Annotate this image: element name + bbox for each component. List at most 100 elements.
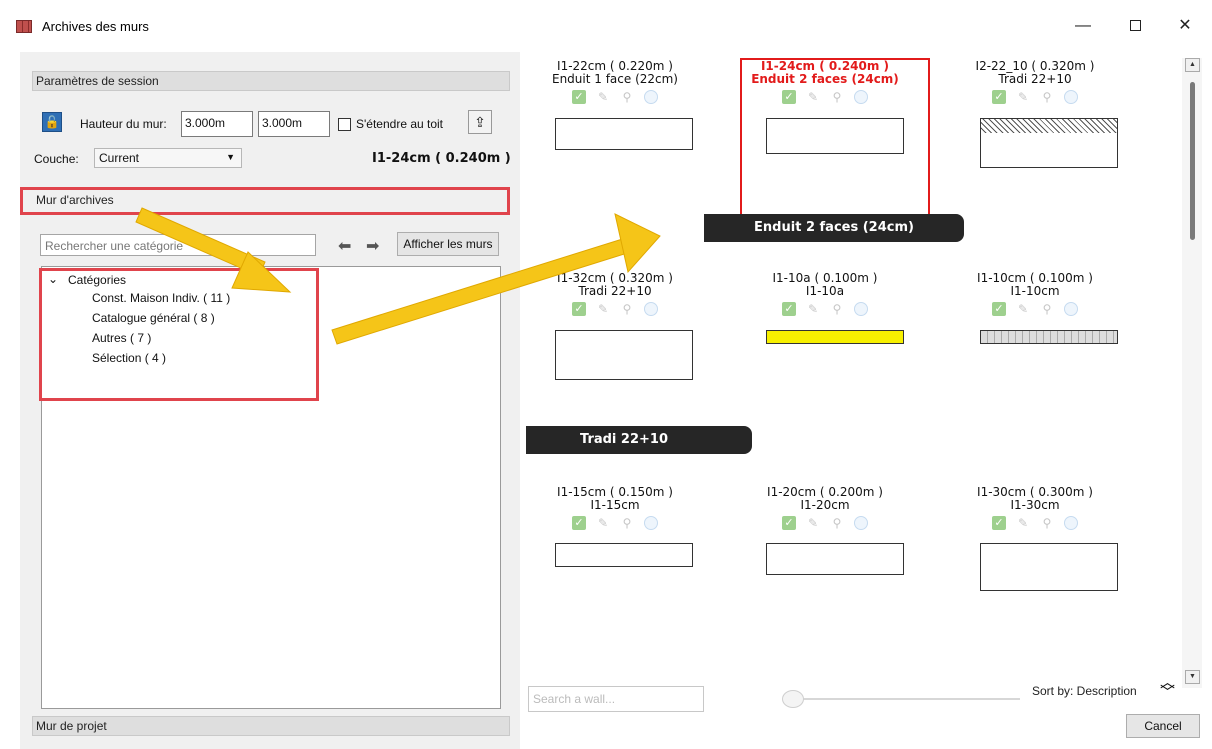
globe-icon[interactable]: [644, 301, 658, 316]
project-wall-header[interactable]: Mur de projet: [32, 716, 510, 736]
sort-toggle[interactable]: ︿ ﹀: [1160, 675, 1176, 701]
wall-preview[interactable]: [766, 330, 904, 344]
maximize-icon: [1129, 20, 1141, 32]
wall-card-desc: I1-30cm: [1010, 498, 1060, 512]
banner-group: Tradi 22+10: [526, 426, 752, 454]
tree-highlight: [39, 268, 319, 401]
title-bar: Archives des murs — ✕: [0, 0, 1212, 52]
size-slider-knob[interactable]: [782, 690, 804, 708]
layer-select[interactable]: Current ▼: [94, 148, 242, 168]
globe-icon[interactable]: [644, 515, 658, 530]
wall-preview[interactable]: [980, 330, 1118, 344]
scrollbar-thumb[interactable]: [1190, 82, 1195, 240]
back-arrow-icon[interactable]: ⬅: [338, 236, 351, 256]
globe-icon[interactable]: [1064, 301, 1078, 316]
brick-wall-icon: [16, 20, 32, 33]
check-icon[interactable]: ✓: [992, 301, 1006, 316]
selected-card-highlight: [740, 58, 930, 222]
wall-card-desc: I1-10a: [805, 284, 845, 298]
maximize-button[interactable]: [1120, 12, 1150, 40]
wall-card[interactable]: I1-22cm ( 0.220m ) Enduit 1 face (22cm) …: [520, 60, 710, 109]
height-input-2[interactable]: 3.000m: [258, 111, 330, 137]
wall-card[interactable]: I1-20cm ( 0.200m ) I1-20cm ✓ ✎ ⚲: [730, 486, 920, 535]
wall-card-desc: Enduit 1 face (22cm): [551, 72, 678, 86]
chevron-down-icon: ▼: [226, 152, 235, 162]
pencil-icon[interactable]: ✎: [806, 516, 820, 530]
check-icon[interactable]: ✓: [782, 515, 796, 530]
archive-header-highlight: [20, 187, 510, 215]
extend-roof-checkbox[interactable]: [338, 118, 351, 131]
sort-label[interactable]: Sort by: Description: [1032, 684, 1137, 698]
magnifier-icon[interactable]: ⚲: [1040, 516, 1054, 530]
globe-icon[interactable]: [1064, 89, 1078, 104]
wall-card[interactable]: I1-10a ( 0.100m ) I1-10a ✓ ✎ ⚲: [730, 272, 920, 321]
wall-preview[interactable]: [980, 118, 1118, 168]
check-icon[interactable]: ✓: [992, 89, 1006, 104]
chevron-down-icon: ﹀: [1160, 684, 1176, 701]
wall-preview[interactable]: [555, 330, 693, 380]
wall-card-desc: I1-10cm: [1010, 284, 1060, 298]
magnifier-icon[interactable]: ⚲: [620, 516, 634, 530]
globe-icon[interactable]: [854, 301, 868, 316]
magnifier-icon[interactable]: ⚲: [1040, 302, 1054, 316]
check-icon[interactable]: ✓: [572, 301, 586, 316]
scroll-up-button[interactable]: ▲: [1185, 58, 1200, 72]
lock-button[interactable]: 🔓: [42, 112, 62, 132]
session-header: Paramètres de session: [32, 71, 510, 91]
wall-card[interactable]: I2-22_10 ( 0.320m ) Tradi 22+10 ✓ ✎ ⚲: [940, 60, 1130, 109]
current-wall-label: I1-24cm ( 0.240m ): [372, 151, 511, 166]
wall-card[interactable]: I1-10cm ( 0.100m ) I1-10cm ✓ ✎ ⚲: [940, 272, 1130, 321]
globe-icon[interactable]: [1064, 515, 1078, 530]
extend-roof-label: S'étendre au toit: [356, 117, 444, 131]
wall-preview[interactable]: [766, 543, 904, 575]
size-slider-track[interactable]: [788, 698, 1020, 700]
cancel-button[interactable]: Cancel: [1126, 714, 1200, 738]
share-icon: ⇪: [474, 114, 486, 130]
close-button[interactable]: ✕: [1170, 12, 1200, 40]
wall-card-desc: Tradi 22+10: [578, 284, 652, 298]
pencil-icon[interactable]: ✎: [596, 90, 610, 104]
wall-card-desc: I1-15cm: [590, 498, 640, 512]
pencil-icon[interactable]: ✎: [1016, 516, 1030, 530]
scroll-down-button[interactable]: ▼: [1185, 670, 1200, 684]
wall-card-desc: Tradi 22+10: [998, 72, 1072, 86]
magnifier-icon[interactable]: ⚲: [620, 302, 634, 316]
category-search-input[interactable]: Rechercher une catégorie: [40, 234, 316, 256]
lock-icon: 🔓: [44, 115, 60, 129]
magnifier-icon[interactable]: ⚲: [830, 516, 844, 530]
banner-selected-wall: Enduit 2 faces (24cm): [704, 214, 964, 242]
window-title: Archives des murs: [42, 19, 149, 34]
export-button[interactable]: ⇪: [468, 110, 492, 134]
left-panel: Paramètres de session 🔓 Hauteur du mur: …: [20, 52, 520, 749]
wall-preview[interactable]: [980, 543, 1118, 591]
magnifier-icon[interactable]: ⚲: [830, 302, 844, 316]
wall-preview[interactable]: [555, 118, 693, 150]
minimize-button[interactable]: —: [1068, 12, 1098, 40]
wall-card-desc: I1-20cm: [800, 498, 850, 512]
height-input-1[interactable]: 3.000m: [181, 111, 253, 137]
check-icon[interactable]: ✓: [782, 301, 796, 316]
wall-gallery: I1-22cm ( 0.220m ) Enduit 1 face (22cm) …: [520, 52, 1212, 749]
layer-value: Current: [99, 151, 140, 165]
pencil-icon[interactable]: ✎: [806, 302, 820, 316]
wall-card[interactable]: I1-32cm ( 0.320m ) Tradi 22+10 ✓ ✎ ⚲: [520, 272, 710, 321]
height-label: Hauteur du mur:: [80, 117, 167, 131]
layer-label: Couche:: [34, 152, 79, 166]
magnifier-icon[interactable]: ⚲: [620, 90, 634, 104]
check-icon[interactable]: ✓: [572, 515, 586, 530]
wall-card[interactable]: I1-15cm ( 0.150m ) I1-15cm ✓ ✎ ⚲: [520, 486, 710, 535]
pencil-icon[interactable]: ✎: [1016, 302, 1030, 316]
check-icon[interactable]: ✓: [572, 89, 586, 104]
wall-card[interactable]: I1-30cm ( 0.300m ) I1-30cm ✓ ✎ ⚲: [940, 486, 1130, 535]
wall-preview[interactable]: [555, 543, 693, 567]
magnifier-icon[interactable]: ⚲: [1040, 90, 1054, 104]
wall-search-input[interactable]: Search a wall...: [528, 686, 704, 712]
show-walls-button[interactable]: Afficher les murs: [397, 232, 499, 256]
pencil-icon[interactable]: ✎: [596, 516, 610, 530]
globe-icon[interactable]: [644, 89, 658, 104]
forward-arrow-icon[interactable]: ➡: [366, 236, 379, 256]
pencil-icon[interactable]: ✎: [1016, 90, 1030, 104]
check-icon[interactable]: ✓: [992, 515, 1006, 530]
globe-icon[interactable]: [854, 515, 868, 530]
pencil-icon[interactable]: ✎: [596, 302, 610, 316]
